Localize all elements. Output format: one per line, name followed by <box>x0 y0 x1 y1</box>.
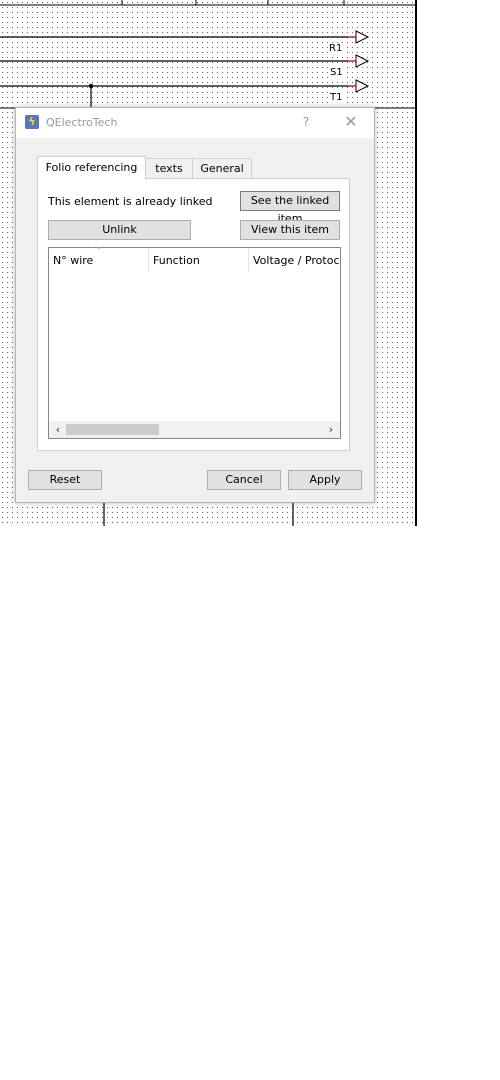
linked-status-text: This element is already linked <box>48 195 213 208</box>
column-header-voltage[interactable]: Voltage / Protocol <box>249 248 340 272</box>
net-label-t1: T1 <box>329 92 344 103</box>
reset-button[interactable]: Reset <box>28 470 102 490</box>
chevron-right-icon[interactable]: › <box>325 421 337 438</box>
unlink-button[interactable]: Unlink <box>48 220 191 240</box>
close-icon[interactable]: ✕ <box>342 112 360 132</box>
apply-button[interactable]: Apply <box>288 470 362 490</box>
element-properties-dialog: ϟ QElectroTech ? ✕ Folio referencing tex… <box>15 107 375 503</box>
wire-table[interactable]: N° wire ﹀ Function Voltage / Protocol ‹ … <box>48 246 341 439</box>
help-button[interactable]: ? <box>300 114 312 130</box>
cancel-button[interactable]: Cancel <box>207 470 281 490</box>
qelectrotech-icon: ϟ <box>25 115 39 129</box>
tab-texts[interactable]: texts <box>145 158 193 179</box>
dialog-title: QElectroTech <box>46 116 118 129</box>
view-this-item-button[interactable]: View this item <box>240 220 340 240</box>
net-label-r1: R1 <box>328 43 344 54</box>
canvas-border <box>415 0 417 526</box>
terminal-arrow-t1 <box>355 79 370 93</box>
horizontal-scrollbar[interactable]: ‹ › <box>49 421 340 438</box>
net-label-s1: S1 <box>329 67 344 78</box>
column-header-function[interactable]: Function <box>149 248 249 272</box>
title-bar[interactable]: ϟ QElectroTech ? ✕ <box>16 108 374 138</box>
tab-folio-referencing[interactable]: Folio referencing <box>37 156 146 180</box>
terminal-arrow-s1 <box>355 54 370 68</box>
tab-panel-folio-referencing: This element is already linked See the l… <box>37 178 350 451</box>
terminal-arrow-r1 <box>355 30 370 44</box>
see-linked-item-button[interactable]: See the linked item <box>240 191 340 225</box>
scrollbar-thumb[interactable] <box>66 424 159 435</box>
chevron-left-icon[interactable]: ‹ <box>52 421 64 438</box>
column-header-wire-label: N° wire <box>53 254 94 267</box>
sort-down-icon: ﹀ <box>95 246 103 255</box>
tab-general[interactable]: General <box>192 158 252 179</box>
